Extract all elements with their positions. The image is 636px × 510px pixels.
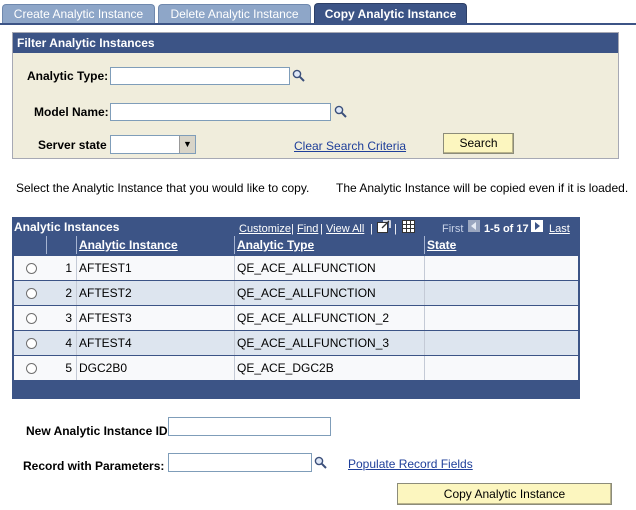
new-instance-id-label: New Analytic Instance ID [26, 424, 168, 438]
grid-separator-2: | [320, 223, 323, 235]
page-range: 1-5 of 17 [484, 223, 529, 235]
view-all-link[interactable]: View All [326, 223, 364, 235]
tab-copy-analytic-instance[interactable]: Copy Analytic Instance [314, 3, 467, 24]
instance-cell: DGC2B0 [76, 356, 234, 380]
tab-delete-analytic-instance[interactable]: Delete Analytic Instance [158, 4, 311, 23]
table-row[interactable]: 1 AFTEST1 QE_ACE_ALLFUNCTION [14, 256, 578, 280]
instance-cell: AFTEST2 [76, 281, 234, 305]
row-number: 1 [65, 261, 72, 275]
row-select-radio[interactable] [26, 338, 37, 349]
populate-record-fields-link[interactable]: Populate Record Fields [348, 457, 473, 471]
tab-underline [0, 23, 636, 25]
row-select-radio[interactable] [26, 288, 37, 299]
server-state-label: Server state [38, 138, 107, 152]
instruction-text: Select the Analytic Instance that you wo… [16, 181, 310, 195]
last-page-link[interactable]: Last [549, 223, 570, 235]
type-cell: QE_ACE_DGC2B [234, 356, 424, 380]
state-cell [424, 331, 578, 355]
analytic-type-lookup-icon[interactable] [292, 69, 305, 82]
tab-create-analytic-instance[interactable]: Create Analytic Instance [2, 4, 155, 23]
filter-panel-title: Filter Analytic Instances [13, 33, 618, 53]
first-page-label: First [442, 223, 464, 235]
record-with-parameters-label: Record with Parameters: [23, 459, 165, 473]
row-select-radio[interactable] [26, 363, 37, 374]
customize-link[interactable]: Customize [239, 223, 291, 235]
row-select-radio[interactable] [26, 263, 37, 274]
instance-cell: AFTEST1 [76, 256, 234, 280]
header-state[interactable]: State [424, 236, 578, 254]
grid-separator-1: | [291, 223, 294, 235]
find-link[interactable]: Find [297, 223, 318, 235]
search-button[interactable]: Search [443, 133, 514, 154]
spreadsheet-download-icon[interactable] [402, 220, 415, 233]
record-lookup-icon[interactable] [314, 456, 327, 469]
state-cell [424, 281, 578, 305]
table-row[interactable]: 2 AFTEST2 QE_ACE_ALLFUNCTION [14, 281, 578, 305]
header-select-col [14, 236, 46, 254]
server-state-select[interactable]: ▼ [110, 135, 196, 154]
table-row[interactable]: 3 AFTEST3 QE_ACE_ALLFUNCTION_2 [14, 306, 578, 330]
previous-page-icon [468, 220, 480, 232]
type-cell: QE_ACE_ALLFUNCTION [234, 256, 424, 280]
table-row[interactable]: 4 AFTEST4 QE_ACE_ALLFUNCTION_3 [14, 331, 578, 355]
zoom-icon[interactable] [377, 220, 391, 233]
type-cell: QE_ACE_ALLFUNCTION_3 [234, 331, 424, 355]
row-number: 5 [65, 361, 72, 375]
row-number: 2 [65, 286, 72, 300]
instance-cell: AFTEST4 [76, 331, 234, 355]
next-page-icon[interactable] [531, 220, 543, 232]
analytic-type-label: Analytic Type: [27, 69, 109, 83]
grid-separator-3: | [370, 223, 373, 235]
clear-search-criteria-link[interactable]: Clear Search Criteria [294, 139, 406, 153]
instance-cell: AFTEST3 [76, 306, 234, 330]
new-instance-id-input[interactable] [168, 417, 331, 436]
type-cell: QE_ACE_ALLFUNCTION [234, 281, 424, 305]
type-cell: QE_ACE_ALLFUNCTION_2 [234, 306, 424, 330]
header-analytic-instance[interactable]: Analytic Instance [76, 236, 234, 254]
chevron-down-icon[interactable]: ▼ [179, 136, 195, 153]
header-row-number-col [46, 236, 76, 254]
grid-separator-4: | [394, 223, 397, 235]
grid-header-row: Analytic Instance Analytic Type State [14, 236, 578, 254]
row-number: 3 [65, 311, 72, 325]
row-select-radio[interactable] [26, 313, 37, 324]
table-row[interactable]: 5 DGC2B0 QE_ACE_DGC2B [14, 356, 578, 380]
model-name-label: Model Name: [34, 105, 109, 119]
state-cell [424, 356, 578, 380]
model-name-input[interactable] [110, 103, 331, 121]
header-analytic-type[interactable]: Analytic Type [234, 236, 424, 254]
copy-analytic-instance-button[interactable]: Copy Analytic Instance [397, 483, 612, 505]
grid-title: Analytic Instances [14, 220, 120, 234]
analytic-type-input[interactable] [110, 67, 290, 85]
copy-note-text: The Analytic Instance will be copied eve… [336, 181, 629, 195]
analytic-instances-grid: Analytic Instances Customize | Find | Vi… [12, 217, 580, 399]
row-number: 4 [65, 336, 72, 350]
state-cell [424, 256, 578, 280]
state-cell [424, 306, 578, 330]
model-name-lookup-icon[interactable] [334, 105, 347, 118]
filter-panel: Filter Analytic Instances Analytic Type:… [12, 32, 619, 159]
record-with-parameters-input[interactable] [168, 453, 312, 472]
